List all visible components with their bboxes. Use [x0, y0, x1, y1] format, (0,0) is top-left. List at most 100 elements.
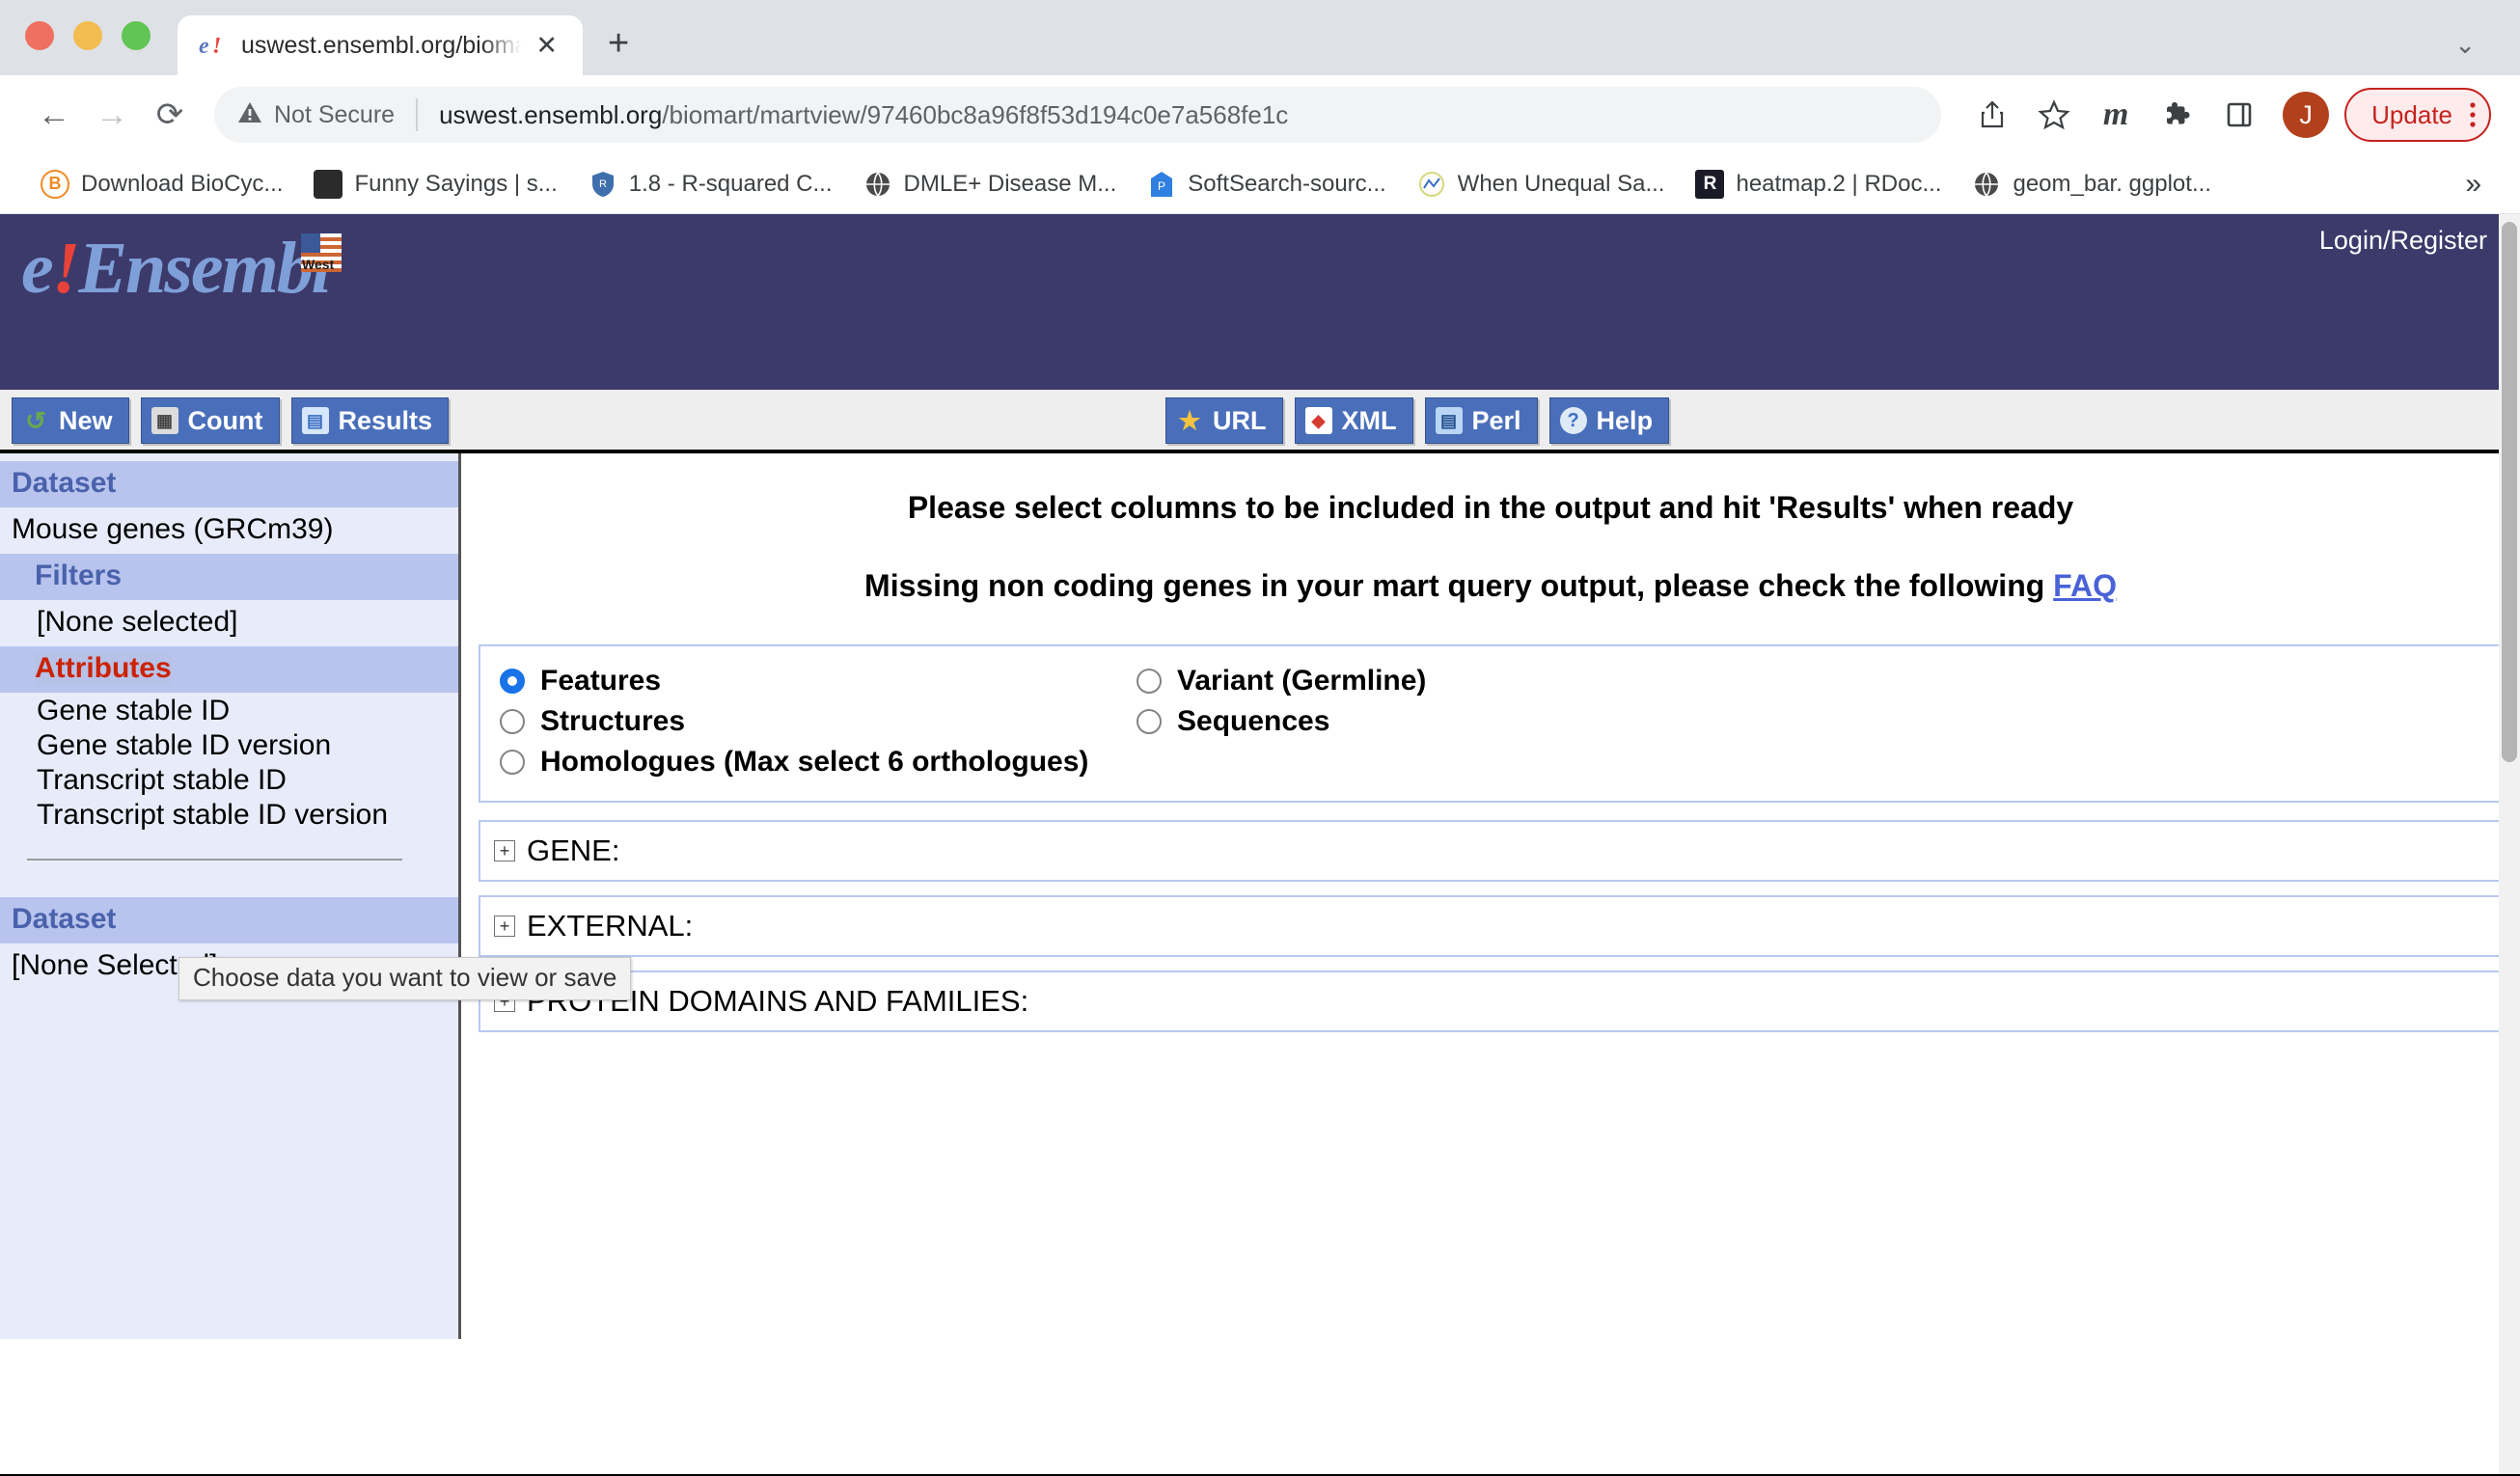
bookmark-label: geom_bar. ggplot... — [2013, 170, 2211, 197]
help-button[interactable]: ? Help — [1548, 397, 1670, 444]
extensions-puzzle-icon[interactable] — [2150, 87, 2205, 143]
attribute-page-selector: Features Structures Homologues (Max sele… — [479, 644, 2501, 803]
address-bar[interactable]: Not Secure uswest.ensembl.org/biomart/ma… — [214, 87, 1942, 143]
biocyc-icon: B — [41, 169, 69, 199]
browser-menu-icon[interactable] — [2468, 99, 2478, 131]
bookmark-star-icon[interactable] — [2026, 87, 2082, 143]
calculator-icon: ▦ — [151, 407, 178, 434]
close-window-button[interactable] — [25, 21, 54, 50]
window-controls — [25, 21, 151, 75]
xml-button[interactable]: ◆ XML — [1294, 397, 1413, 444]
tooltip: Choose data you want to view or save — [178, 957, 632, 1000]
bookmarks-overflow-button[interactable]: » — [2465, 168, 2499, 201]
navigation-toolbar: ← → ⟳ Not Secure uswest.ensembl.org/biom… — [0, 75, 2520, 154]
attributes-main-panel: Please select columns to be included in … — [461, 453, 2520, 1339]
ensembl-logo[interactable]: e!Ensembl West — [21, 228, 342, 309]
security-status[interactable]: Not Secure — [237, 99, 395, 131]
radio-features-label: Features — [540, 665, 662, 697]
expand-icon[interactable]: + — [494, 916, 515, 937]
svg-text:!: ! — [212, 34, 221, 59]
sidebar-attribute-item[interactable]: Transcript stable ID version — [0, 797, 458, 832]
accordion-gene-label: GENE: — [527, 834, 620, 867]
bookmark-label: SoftSearch-sourc... — [1188, 170, 1386, 197]
accordion-gene[interactable]: + GENE: — [479, 820, 2501, 882]
bookmark-item[interactable]: When Unequal Sa... — [1402, 170, 1681, 199]
bookmark-item[interactable]: P SoftSearch-sourc... — [1132, 170, 1401, 199]
bookmark-item[interactable]: Funny Sayings | s... — [298, 169, 572, 199]
warning-triangle-icon — [237, 99, 262, 131]
expand-icon[interactable]: + — [494, 840, 515, 861]
bookmark-item[interactable]: R 1.8 - R-squared C... — [573, 170, 848, 199]
sidebar-dataset-header: Dataset — [0, 461, 458, 507]
back-button[interactable]: ← — [25, 86, 83, 144]
perl-button[interactable]: ▤ Perl — [1424, 397, 1538, 444]
count-button[interactable]: ▦ Count — [140, 397, 280, 444]
results-button-label: Results — [338, 405, 433, 435]
ensembl-logo-text: e!Ensembl — [21, 228, 332, 309]
url-button-label: URL — [1213, 405, 1267, 435]
github-pages-icon: P — [1147, 170, 1176, 199]
scrollbar-thumb[interactable] — [2502, 222, 2517, 762]
attribute-page-column-2: Variant (Germline) Sequences — [1117, 662, 1426, 783]
flag-word: West — [302, 257, 335, 272]
radio-structures-input[interactable] — [500, 709, 525, 734]
sidebar-attribute-item[interactable]: Gene stable ID version — [0, 727, 458, 762]
biomart-toolbar: ↺ New ▦ Count ▤ Results ★ URL ◆ XML ▤ Pe… — [0, 390, 2520, 453]
faq-link[interactable]: FAQ — [2053, 568, 2117, 603]
bookmark-label: heatmap.2 | RDoc... — [1736, 170, 1942, 197]
maximize-window-button[interactable] — [122, 21, 151, 50]
xml-file-icon: ◆ — [1304, 407, 1332, 434]
sidebar-attribute-item[interactable]: Gene stable ID — [0, 693, 458, 727]
share-icon[interactable] — [1964, 87, 2020, 143]
attribute-page-column-1: Features Structures Homologues (Max sele… — [480, 662, 1117, 783]
radio-structures-label: Structures — [540, 705, 686, 737]
new-tab-button[interactable]: + — [608, 25, 629, 75]
profile-avatar[interactable]: J — [2283, 92, 2330, 138]
new-button[interactable]: ↺ New — [12, 397, 129, 444]
tab-title: uswest.ensembl.org/biomart/m — [241, 31, 521, 59]
accordion-external[interactable]: + EXTERNAL: — [479, 895, 2501, 957]
url-button[interactable]: ★ URL — [1165, 397, 1283, 444]
bookmark-label: When Unequal Sa... — [1457, 170, 1665, 197]
toolbar-right-buttons: ★ URL ◆ XML ▤ Perl ? Help — [1165, 397, 1670, 444]
radio-option-sequences[interactable]: Sequences — [1137, 702, 1426, 741]
radio-option-variant[interactable]: Variant (Germline) — [1137, 662, 1426, 700]
chevron-down-icon[interactable]: ⌄ — [2454, 30, 2476, 60]
radio-variant-input[interactable] — [1137, 669, 1162, 694]
update-button[interactable]: Update — [2344, 88, 2491, 142]
radio-option-homologues[interactable]: Homologues (Max select 6 orthologues) — [500, 743, 1117, 781]
bookmark-label: 1.8 - R-squared C... — [628, 170, 833, 197]
bookmark-item[interactable]: R heatmap.2 | RDoc... — [1680, 169, 1957, 199]
browser-tab[interactable]: e ! uswest.ensembl.org/biomart/m ✕ — [178, 15, 583, 75]
bookmark-item[interactable]: DMLE+ Disease M... — [848, 170, 1133, 199]
radio-homologues-input[interactable] — [500, 750, 525, 775]
page-scrollbar[interactable] — [2499, 214, 2520, 1474]
security-label: Not Secure — [274, 100, 396, 128]
url-text: uswest.ensembl.org/biomart/martview/9746… — [439, 100, 1288, 130]
side-panel-icon[interactable] — [2211, 87, 2267, 143]
sidebar-dataset2-header: Dataset — [0, 897, 458, 943]
perl-button-label: Perl — [1471, 405, 1521, 435]
url-path: /biomart/martview/97460bc8a96f8f53d194c0… — [662, 99, 1289, 129]
sidebar-filters-value[interactable]: [None selected] — [0, 600, 458, 646]
accordion-protein-domains[interactable]: + PROTEIN DOMAINS AND FAMILIES: — [479, 970, 2501, 1032]
extension-m-icon[interactable]: m — [2088, 87, 2144, 143]
bookmark-item[interactable]: geom_bar. ggplot... — [1957, 170, 2226, 199]
sidebar-attribute-item[interactable]: Transcript stable ID — [0, 762, 458, 797]
radio-sequences-label: Sequences — [1177, 705, 1330, 737]
page-content: e!Ensembl West Login/Register BLAST/BLAT… — [0, 214, 2520, 1474]
bookmark-item[interactable]: B Download BioCyc... — [25, 169, 298, 199]
radio-sequences-input[interactable] — [1137, 709, 1162, 734]
close-tab-button[interactable]: ✕ — [528, 32, 565, 59]
sidebar-dataset-value[interactable]: Mouse genes (GRCm39) — [0, 507, 458, 554]
reload-button[interactable]: ⟳ — [141, 86, 199, 144]
results-button[interactable]: ▤ Results — [290, 397, 450, 444]
radio-option-structures[interactable]: Structures — [500, 702, 1117, 741]
minimize-window-button[interactable] — [73, 21, 102, 50]
r-documentation-icon: R — [1695, 169, 1725, 199]
radio-features-input[interactable] — [500, 669, 525, 694]
bookmarks-bar: B Download BioCyc... Funny Sayings | s..… — [0, 154, 2520, 214]
forward-button[interactable]: → — [83, 86, 141, 144]
login-register-link[interactable]: Login/Register — [2319, 226, 2487, 256]
radio-option-features[interactable]: Features — [500, 662, 1117, 700]
